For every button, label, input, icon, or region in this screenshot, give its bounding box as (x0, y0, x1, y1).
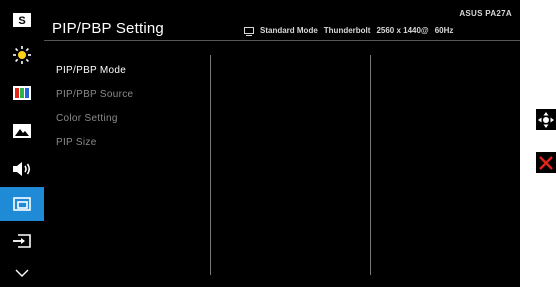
status-refresh: 60Hz (434, 26, 454, 35)
status-resolution: 2560 x 1440@ (376, 26, 429, 35)
status-mode: Standard Mode (260, 26, 318, 35)
menu-item-pip-pbp-source[interactable]: PIP/PBP Source (56, 82, 133, 106)
monitor-icon (244, 26, 254, 36)
color-bars-icon[interactable] (0, 76, 44, 110)
image-icon[interactable] (0, 114, 44, 148)
menu-item-pip-size[interactable]: PIP Size (56, 130, 133, 154)
status-input: Thunderbolt (323, 26, 371, 35)
model-name: ASUS PA27A (459, 9, 512, 18)
column-divider (210, 55, 211, 275)
close-icon[interactable] (536, 152, 556, 173)
osd-panel: PIP/PBP Setting ASUS PA27A Standard Mode… (44, 0, 520, 287)
status-line: Standard Mode Thunderbolt 2560 x 1440@ 6… (244, 26, 454, 36)
brightness-icon[interactable] (0, 38, 44, 72)
menu-item-pip-pbp-mode[interactable]: PIP/PBP Mode (56, 58, 133, 82)
sound-icon[interactable] (0, 152, 44, 186)
pip-pbp-icon[interactable] (0, 187, 44, 221)
input-select-icon[interactable] (0, 224, 44, 258)
chevron-down-icon[interactable] (0, 256, 44, 290)
column-divider (370, 55, 371, 275)
page-title: PIP/PBP Setting (52, 20, 164, 37)
svg-text:S: S (18, 15, 25, 27)
splendid-s-icon[interactable]: S (0, 3, 44, 37)
navigate-icon[interactable] (536, 109, 556, 130)
osd-sidebar: S (0, 0, 44, 287)
header-divider (44, 40, 520, 41)
pip-pbp-menu: PIP/PBP Mode PIP/PBP Source Color Settin… (56, 58, 133, 154)
menu-item-color-setting[interactable]: Color Setting (56, 106, 133, 130)
